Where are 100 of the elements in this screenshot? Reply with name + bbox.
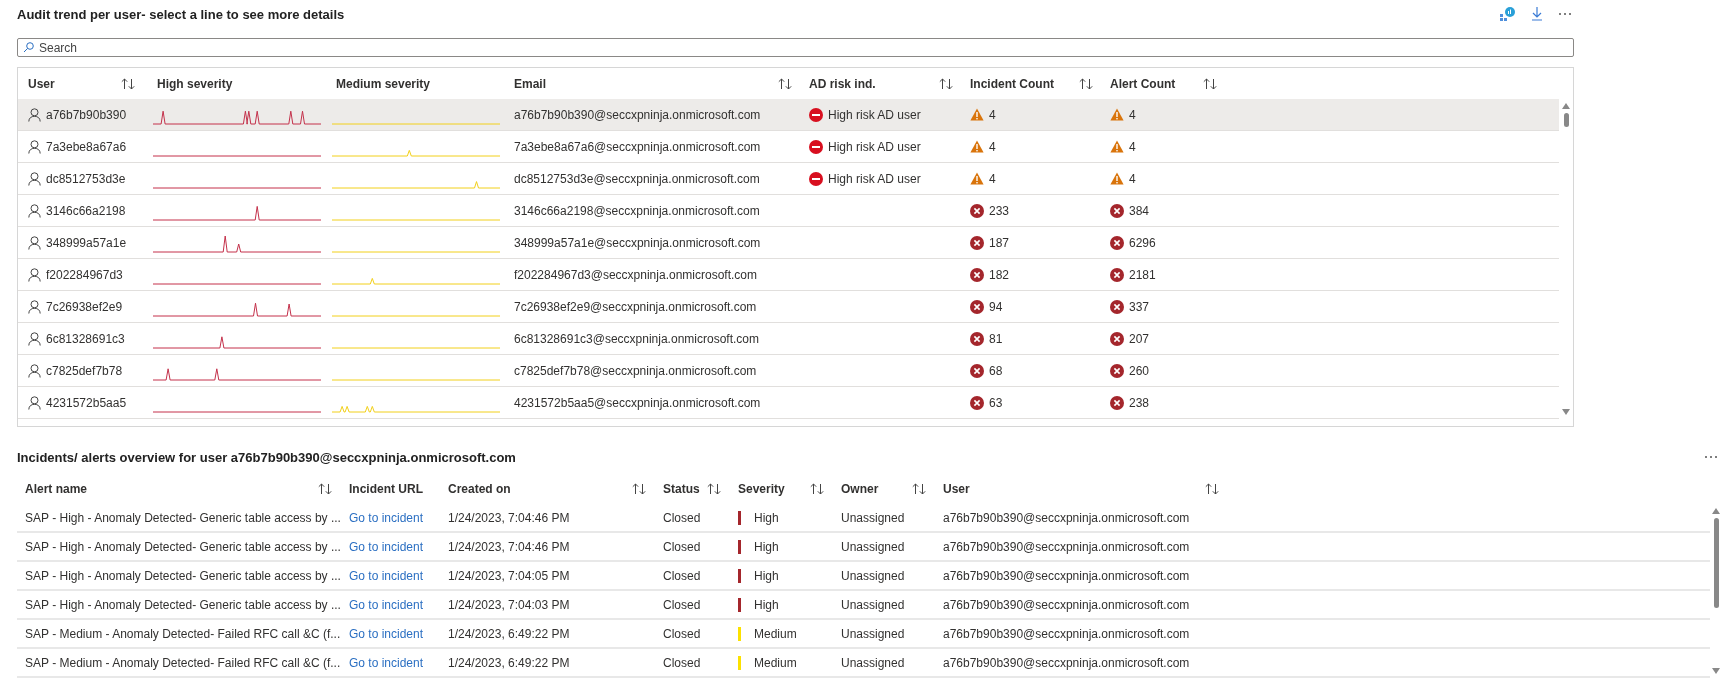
column-header[interactable]: Alert Count [1110,76,1176,91]
sort-icon[interactable] [912,483,926,495]
error-icon [1110,363,1124,378]
column-header[interactable]: Email [514,76,546,91]
error-icon [1110,267,1124,282]
created-date: 1/24/2023, 6:49:22 PM [448,626,570,641]
status-text: Closed [663,510,701,525]
user-email: a76b7b90b390@seccxpninja.onmicrosoft.com [943,655,1190,670]
alert-name: SAP - High - Anomaly Detected- Generic table access by ... [25,539,341,554]
incident-link[interactable]: Go to incident [349,626,424,641]
incident-link[interactable]: Go to incident [349,655,424,670]
sort-icon[interactable] [810,483,824,495]
error-icon [1110,299,1124,314]
sort-icon[interactable] [1205,483,1219,495]
table-row[interactable]: c7825def7b78 c7825def7b78@seccxpninja.onmicrosoft.com 68 260 [18,355,1559,387]
count-text: 384 [1129,203,1150,218]
search-field[interactable]: Search [17,38,1574,57]
owner-text: Unassigned [841,539,905,554]
column-header[interactable]: User [28,76,55,91]
alert-name: SAP - High - Anomaly Detected- Generic table access by ... [25,510,341,525]
severity-label: Medium [754,626,797,641]
column-header[interactable]: Medium severity [336,76,431,91]
user-id: 7a3ebe8a67a6 [46,139,127,154]
alert-name: SAP - Medium - Anomaly Detected- Failed RFC call &C (f... [25,655,341,670]
count-text: 187 [989,235,1010,250]
person-icon [28,331,41,346]
alert-name: SAP - High - Anomaly Detected- Generic table access by ... [25,568,341,583]
count-text: 4 [1129,171,1136,186]
count-text: 260 [1129,363,1150,378]
column-header[interactable]: Alert name [25,482,88,496]
user-email: a76b7b90b390@seccxpninja.onmicrosoft.com [943,510,1190,525]
status-text: Closed [663,539,701,554]
severity-label: High [754,539,779,554]
sort-icon[interactable] [707,483,721,495]
panel-title: Audit trend per user- select a line to see more details [17,6,345,22]
person-icon [28,267,41,282]
column-header[interactable]: Incident URL [349,482,423,496]
warning-icon [970,108,984,121]
warning-icon [1110,108,1124,121]
more-icon[interactable] [1558,12,1572,16]
incident-link[interactable]: Go to incident [349,597,424,612]
person-icon [28,139,41,154]
incident-link[interactable]: Go to incident [349,539,424,554]
table-row[interactable]: 7a3ebe8a67a6 7a3ebe8a67a6@seccxpninja.onmicrosoft.com High risk AD user 4 4 [18,131,1559,163]
sort-icon[interactable] [121,77,135,90]
sort-icon[interactable] [939,77,953,90]
selected-row[interactable]: a76b7b90b390 a76b7b90b390@seccxpninja.onmicrosoft.com High risk AD user 4 4 [18,99,1559,131]
email-text: 4231572b5aa5@seccxpninja.onmicrosoft.com [514,395,761,410]
alert-name: SAP - High - Anomaly Detected- Generic table access by ... [25,597,341,612]
risk-label: High risk AD user [828,107,921,122]
incident-link[interactable]: Go to incident [349,568,424,583]
column-header[interactable]: User [943,482,970,496]
error-icon [970,203,984,218]
owner-text: Unassigned [841,655,905,670]
table-row[interactable]: 6c81328691c3 6c81328691c3@seccxpninja.onmicrosoft.com 81 207 [18,323,1559,355]
error-icon [970,267,984,282]
blocked-icon [809,139,823,154]
person-icon [28,235,41,250]
sort-icon[interactable] [1203,77,1217,90]
email-text: 6c81328691c3@seccxpninja.onmicrosoft.com [514,331,759,346]
person-icon [28,299,41,314]
user-id: 348999a57a1e [46,235,127,250]
table-row[interactable]: 4231572b5aa5 4231572b5aa5@seccxpninja.onmicrosoft.com 63 238 [18,387,1559,419]
table-row[interactable]: 348999a57a1e 348999a57a1e@seccxpninja.onmicrosoft.com 187 6296 [18,227,1559,259]
table-row[interactable]: f202284967d3 f202284967d3@seccxpninja.onmicrosoft.com 182 2181 [18,259,1559,291]
column-header[interactable]: Status [663,482,700,496]
more-icon[interactable] [1704,455,1718,459]
table-row[interactable]: 7c26938ef2e9 7c26938ef2e9@seccxpninja.onmicrosoft.com 94 337 [18,291,1559,323]
warning-icon [1110,172,1124,185]
sort-icon[interactable] [632,483,646,495]
table-row[interactable]: 3146c66a2198 3146c66a2198@seccxpninja.onmicrosoft.com 233 384 [18,195,1559,227]
column-header[interactable]: High severity [157,76,233,91]
sort-icon[interactable] [778,77,792,90]
count-text: 68 [989,363,1003,378]
column-header[interactable]: Severity [738,482,785,496]
email-text: 7c26938ef2e9@seccxpninja.onmicrosoft.com [514,299,757,314]
status-text: Closed [663,568,701,583]
count-text: 63 [989,395,1003,410]
blocked-icon [809,171,823,186]
incident-link[interactable]: Go to incident [349,510,424,525]
created-date: 1/24/2023, 6:49:22 PM [448,655,570,670]
status-text: Closed [663,597,701,612]
sort-icon[interactable] [1079,77,1093,90]
owner-text: Unassigned [841,597,905,612]
section-title: Incidents/ alerts overview for user a76b7b90b390@seccxpninja.onmicrosoft.com [17,449,516,465]
owner-text: Unassigned [841,510,905,525]
count-text: 238 [1129,395,1150,410]
column-header[interactable]: Owner [841,482,879,496]
error-icon [970,363,984,378]
download-icon[interactable] [1532,7,1542,21]
sort-icon[interactable] [318,483,332,495]
column-header[interactable]: AD risk ind. [809,76,876,91]
table-row[interactable]: dc8512753d3e dc8512753d3e@seccxpninja.onmicrosoft.com High risk AD user 4 4 [18,163,1559,195]
insights-icon[interactable] [1500,7,1516,21]
column-header[interactable]: Incident Count [970,76,1054,91]
column-header[interactable]: Created on [448,482,511,496]
email-text: 7a3ebe8a67a6@seccxpninja.onmicrosoft.com [514,139,761,154]
user-email: a76b7b90b390@seccxpninja.onmicrosoft.com [943,626,1190,641]
user-id: c7825def7b78 [46,363,123,378]
user-id: dc8512753d3e [46,171,126,186]
